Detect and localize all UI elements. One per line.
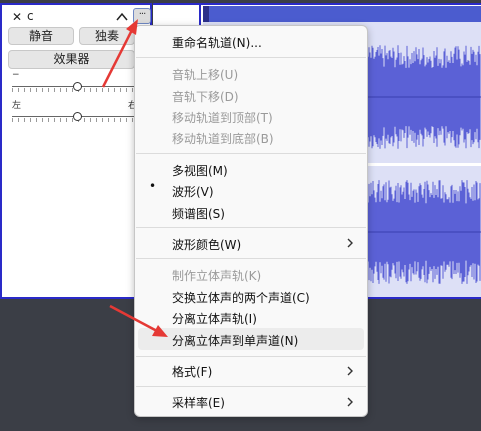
annotation-arrows <box>101 19 168 337</box>
arrow-to-split-mono-icon <box>109 304 168 337</box>
arrow-to-menu-button-icon <box>101 19 138 88</box>
